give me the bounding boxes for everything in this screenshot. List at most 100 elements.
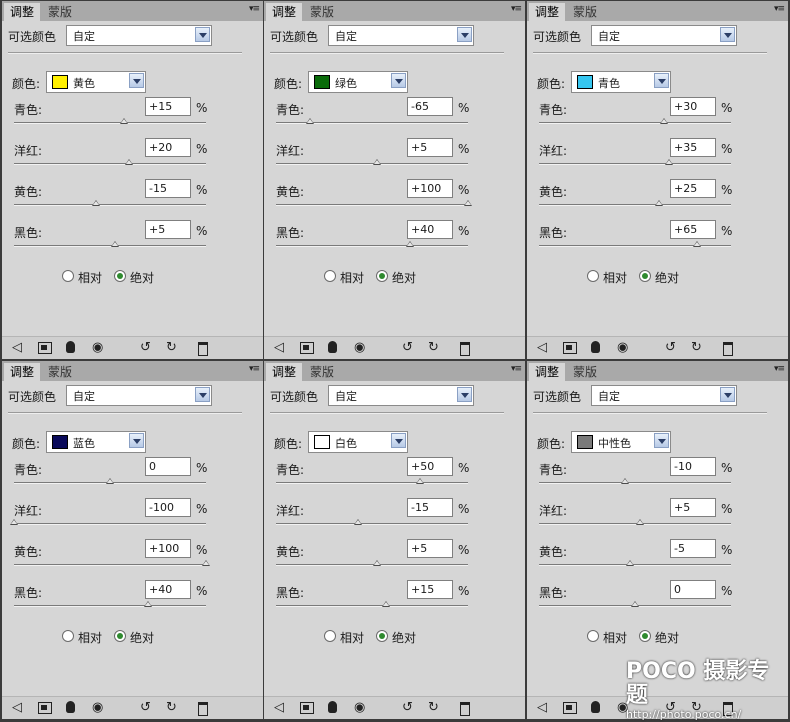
preset-dropdown[interactable]: 自定	[328, 25, 474, 46]
eye-icon[interactable]: ◉	[92, 701, 103, 715]
yellow-slider-thumb[interactable]	[655, 200, 663, 206]
preset-dropdown[interactable]: 自定	[66, 385, 212, 406]
absolute-radio[interactable]	[639, 630, 651, 642]
yellow-value-input[interactable]: +25	[670, 179, 716, 198]
reset-icon[interactable]: ↻	[691, 341, 702, 355]
chevron-down-icon[interactable]	[720, 387, 735, 402]
black-slider-track[interactable]	[14, 605, 206, 607]
chevron-down-icon[interactable]	[654, 433, 669, 448]
visibility-mask-icon[interactable]	[591, 341, 600, 353]
relative-radio[interactable]	[62, 630, 74, 642]
black-value-input[interactable]: +40	[145, 580, 191, 599]
tab-masks[interactable]: 蒙版	[42, 363, 78, 381]
back-arrow-icon[interactable]: ◁	[274, 701, 284, 715]
tab-adjustments[interactable]: 调整	[266, 3, 302, 21]
cyan-slider-thumb[interactable]	[106, 478, 114, 484]
visibility-mask-icon[interactable]	[66, 341, 75, 353]
trash-icon[interactable]	[723, 342, 733, 356]
absolute-radio[interactable]	[114, 630, 126, 642]
magenta-value-input[interactable]: +35	[670, 138, 716, 157]
chevron-down-icon[interactable]	[391, 433, 406, 448]
black-slider-thumb[interactable]	[693, 241, 702, 247]
reset-icon[interactable]: ↻	[166, 341, 177, 355]
absolute-radio[interactable]	[376, 630, 388, 642]
view-previous-state-icon[interactable]: ↺	[402, 701, 413, 715]
magenta-slider-thumb[interactable]	[10, 519, 18, 525]
clip-layer-icon[interactable]	[563, 702, 577, 714]
yellow-slider-thumb[interactable]	[91, 200, 100, 206]
yellow-slider-track[interactable]	[539, 204, 731, 206]
magenta-slider-thumb[interactable]	[125, 159, 134, 165]
black-slider-track[interactable]	[276, 245, 468, 247]
preset-dropdown[interactable]: 自定	[66, 25, 212, 46]
black-value-input[interactable]: +40	[407, 220, 453, 239]
magenta-value-input[interactable]: +20	[145, 138, 191, 157]
relative-radio[interactable]	[324, 270, 336, 282]
cyan-slider-thumb[interactable]	[621, 478, 630, 484]
chevron-down-icon[interactable]	[391, 73, 406, 88]
magenta-slider-thumb[interactable]	[372, 159, 381, 165]
yellow-value-input[interactable]: +100	[145, 539, 191, 558]
tab-masks[interactable]: 蒙版	[42, 3, 78, 21]
yellow-value-input[interactable]: -15	[145, 179, 191, 198]
tab-adjustments[interactable]: 调整	[4, 363, 40, 381]
panel-menu-icon[interactable]: ▾≡	[511, 4, 522, 14]
yellow-slider-track[interactable]	[14, 204, 206, 206]
chevron-down-icon[interactable]	[129, 73, 144, 88]
chevron-down-icon[interactable]	[457, 27, 472, 42]
magenta-slider-track[interactable]	[14, 523, 206, 525]
black-slider-thumb[interactable]	[110, 241, 119, 247]
absolute-radio[interactable]	[114, 270, 126, 282]
cyan-slider-thumb[interactable]	[305, 118, 314, 124]
visibility-mask-icon[interactable]	[591, 701, 600, 713]
yellow-slider-track[interactable]	[276, 204, 468, 206]
yellow-slider-track[interactable]	[539, 564, 731, 566]
magenta-slider-track[interactable]	[539, 163, 731, 165]
black-slider-thumb[interactable]	[144, 601, 153, 607]
yellow-value-input[interactable]: +100	[407, 179, 453, 198]
cyan-slider-track[interactable]	[539, 482, 731, 484]
cyan-value-input[interactable]: +30	[670, 97, 716, 116]
cyan-slider-thumb[interactable]	[659, 118, 668, 124]
view-previous-state-icon[interactable]: ↺	[140, 701, 151, 715]
panel-menu-icon[interactable]: ▾≡	[774, 364, 785, 374]
magenta-value-input[interactable]: +5	[670, 498, 716, 517]
cyan-value-input[interactable]: +50	[407, 457, 453, 476]
trash-icon[interactable]	[460, 702, 470, 716]
cyan-slider-thumb[interactable]	[416, 478, 424, 484]
cyan-value-input[interactable]: 0	[145, 457, 191, 476]
yellow-slider-thumb[interactable]	[202, 560, 210, 566]
chevron-down-icon[interactable]	[129, 433, 144, 448]
trash-icon[interactable]	[198, 342, 208, 356]
clip-layer-icon[interactable]	[300, 342, 314, 354]
eye-icon[interactable]: ◉	[354, 701, 365, 715]
tab-adjustments[interactable]: 调整	[529, 3, 565, 21]
tab-masks[interactable]: 蒙版	[567, 363, 603, 381]
colors-dropdown[interactable]: 绿色	[308, 71, 408, 93]
cyan-slider-track[interactable]	[276, 482, 468, 484]
black-slider-thumb[interactable]	[631, 601, 639, 607]
cyan-slider-thumb[interactable]	[120, 118, 129, 124]
back-arrow-icon[interactable]: ◁	[537, 701, 547, 715]
colors-dropdown[interactable]: 青色	[571, 71, 671, 93]
cyan-slider-track[interactable]	[539, 122, 731, 124]
yellow-slider-thumb[interactable]	[626, 560, 635, 566]
tab-masks[interactable]: 蒙版	[304, 363, 340, 381]
preset-dropdown[interactable]: 自定	[328, 385, 474, 406]
magenta-slider-thumb[interactable]	[664, 159, 673, 165]
trash-icon[interactable]	[460, 342, 470, 356]
eye-icon[interactable]: ◉	[92, 341, 103, 355]
view-previous-state-icon[interactable]: ↺	[665, 341, 676, 355]
tab-masks[interactable]: 蒙版	[304, 3, 340, 21]
eye-icon[interactable]: ◉	[617, 341, 628, 355]
visibility-mask-icon[interactable]	[328, 701, 337, 713]
visibility-mask-icon[interactable]	[328, 341, 337, 353]
absolute-radio[interactable]	[376, 270, 388, 282]
clip-layer-icon[interactable]	[300, 702, 314, 714]
panel-menu-icon[interactable]: ▾≡	[249, 364, 260, 374]
visibility-mask-icon[interactable]	[66, 701, 75, 713]
tab-adjustments[interactable]: 调整	[266, 363, 302, 381]
absolute-radio[interactable]	[639, 270, 651, 282]
tab-adjustments[interactable]: 调整	[4, 3, 40, 21]
black-slider-track[interactable]	[539, 245, 731, 247]
